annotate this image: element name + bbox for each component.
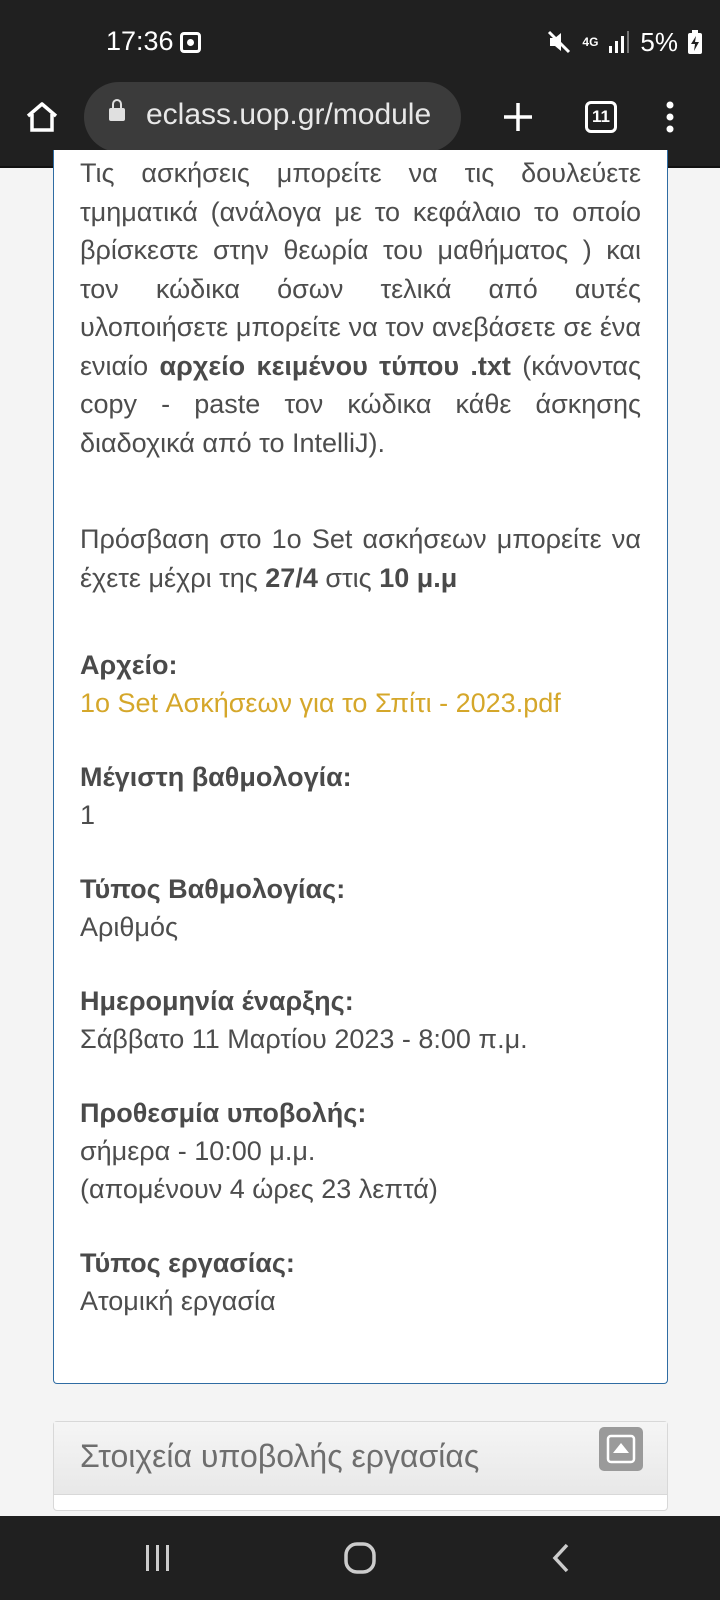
collapse-button[interactable]: [599, 1427, 643, 1471]
home-nav-icon: [344, 1542, 376, 1574]
new-tab-button[interactable]: [500, 82, 536, 152]
back-icon: [552, 1543, 569, 1573]
max-grade-value: 1: [80, 800, 96, 830]
recent-apps-icon: [146, 1545, 169, 1571]
status-time: 17:36: [106, 26, 174, 56]
file-value: 1ο Set Ασκήσεων για το Σπίτι - 2023.pdf: [80, 684, 561, 722]
mute-icon: [548, 30, 571, 54]
collapse-up-icon: [606, 1434, 636, 1464]
status-bar: 17:36 4G 5%: [0, 0, 720, 82]
start-date-value: Σάββατο 11 Μαρτίου 2023 - 8:00 π.μ.: [80, 1024, 528, 1054]
home-button[interactable]: [22, 82, 62, 152]
file-label: Αρχείο:: [80, 650, 178, 680]
deadline-value: σήμερα - 10:00 μ.μ.: [80, 1136, 316, 1166]
lock-icon: [109, 99, 125, 121]
grade-type-label: Τύπος Βαθμολογίας:: [80, 874, 346, 904]
assignment-panel: Τις ασκήσεις μπορείτε να τις δουλεύετε τ…: [53, 150, 668, 1384]
home-icon: [26, 102, 58, 132]
network-type-icon: 4G: [582, 35, 599, 49]
work-type-value: Ατομική εργασία: [80, 1286, 276, 1316]
navigation-bar: [0, 1516, 720, 1600]
tab-count: 11: [585, 101, 617, 133]
menu-button[interactable]: [660, 82, 680, 152]
tab-switcher-button[interactable]: 11: [583, 82, 619, 152]
description-text: Τις ασκήσεις μπορείτε να τις δουλεύετε τ…: [80, 158, 641, 381]
url-text: eclass.uop.gr/module: [146, 98, 432, 131]
file-download-link[interactable]: 1ο Set Ασκήσεων για το Σπίτι - 2023.pdf: [80, 688, 561, 718]
access-note-mid: στις: [317, 562, 380, 593]
more-vertical-icon: [666, 101, 674, 133]
battery-percentage: 5%: [640, 26, 678, 57]
access-note: Πρόσβαση στο 1ο Set ασκήσεων μπορείτε να…: [80, 520, 641, 597]
battery-charging-icon: [688, 30, 702, 54]
submission-panel-header[interactable]: Στοιχεία υποβολής εργασίας: [54, 1422, 667, 1495]
description-bold-text: αρχείο κειμένου τύπου .txt: [159, 350, 511, 381]
max-grade-label: Μέγιστη βαθμολογία:: [80, 762, 352, 792]
deadline-label: Προθεσμία υποβολής:: [80, 1098, 367, 1128]
back-button[interactable]: [548, 1516, 574, 1600]
address-bar[interactable]: eclass.uop.gr/module: [84, 82, 461, 152]
plus-icon: [504, 103, 532, 131]
access-deadline-date: 27/4: [265, 562, 318, 593]
deadline-remaining: (απομένουν 4 ώρες 23 λεπτά): [80, 1174, 438, 1204]
screen-record-icon: [180, 32, 201, 53]
grade-type-value: Αριθμός: [80, 912, 178, 942]
home-nav-button[interactable]: [340, 1516, 380, 1600]
work-type-label: Τύπος εργασίας:: [80, 1248, 295, 1278]
signal-icon: [609, 31, 630, 53]
recent-apps-button[interactable]: [138, 1516, 178, 1600]
submission-panel-title: Στοιχεία υποβολής εργασίας: [80, 1438, 480, 1474]
status-icons: 4G 5%: [546, 26, 702, 58]
assignment-description: Τις ασκήσεις μπορείτε να τις δουλεύετε τ…: [80, 154, 641, 462]
submission-panel: Στοιχεία υποβολής εργασίας: [53, 1421, 668, 1511]
access-deadline-time: 10 μ.μ: [379, 562, 458, 593]
start-date-label: Ημερομηνία έναρξης:: [80, 986, 354, 1016]
